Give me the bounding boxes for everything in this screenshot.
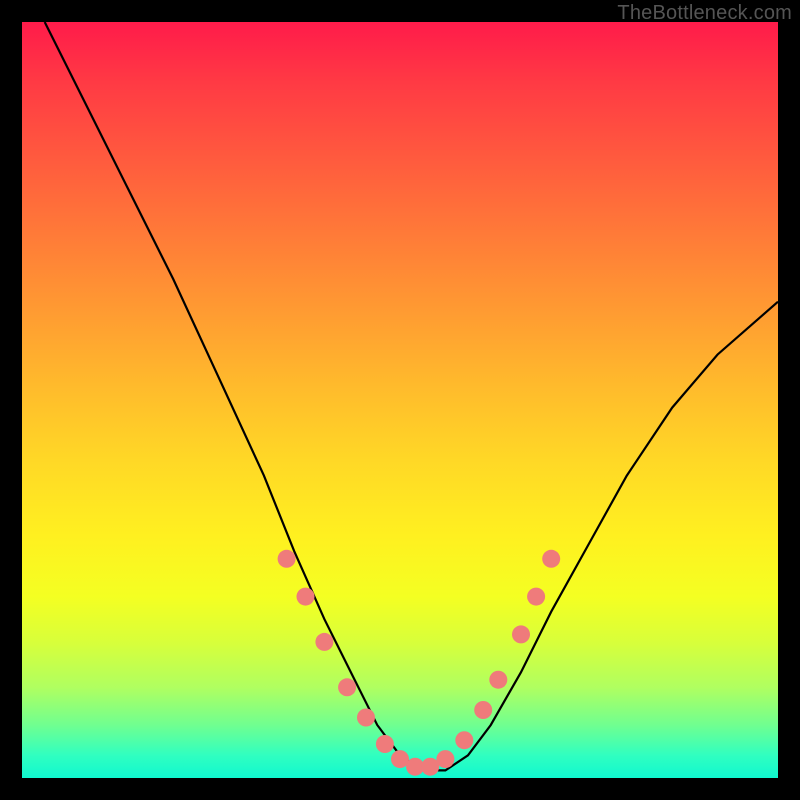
marker-dot [297, 588, 315, 606]
chart-container: TheBottleneck.com [0, 0, 800, 800]
marker-dot [338, 678, 356, 696]
chart-svg [22, 22, 778, 778]
marker-dot [455, 731, 473, 749]
marker-dot [278, 550, 296, 568]
marker-dot [315, 633, 333, 651]
curve-line [45, 22, 778, 770]
marker-dot [474, 701, 492, 719]
marker-dot [489, 671, 507, 689]
marker-dot [376, 735, 394, 753]
plot-area [22, 22, 778, 778]
marker-dot [542, 550, 560, 568]
marker-dot [357, 709, 375, 727]
marker-dot [436, 750, 454, 768]
marker-dot [527, 588, 545, 606]
marker-dot [512, 625, 530, 643]
